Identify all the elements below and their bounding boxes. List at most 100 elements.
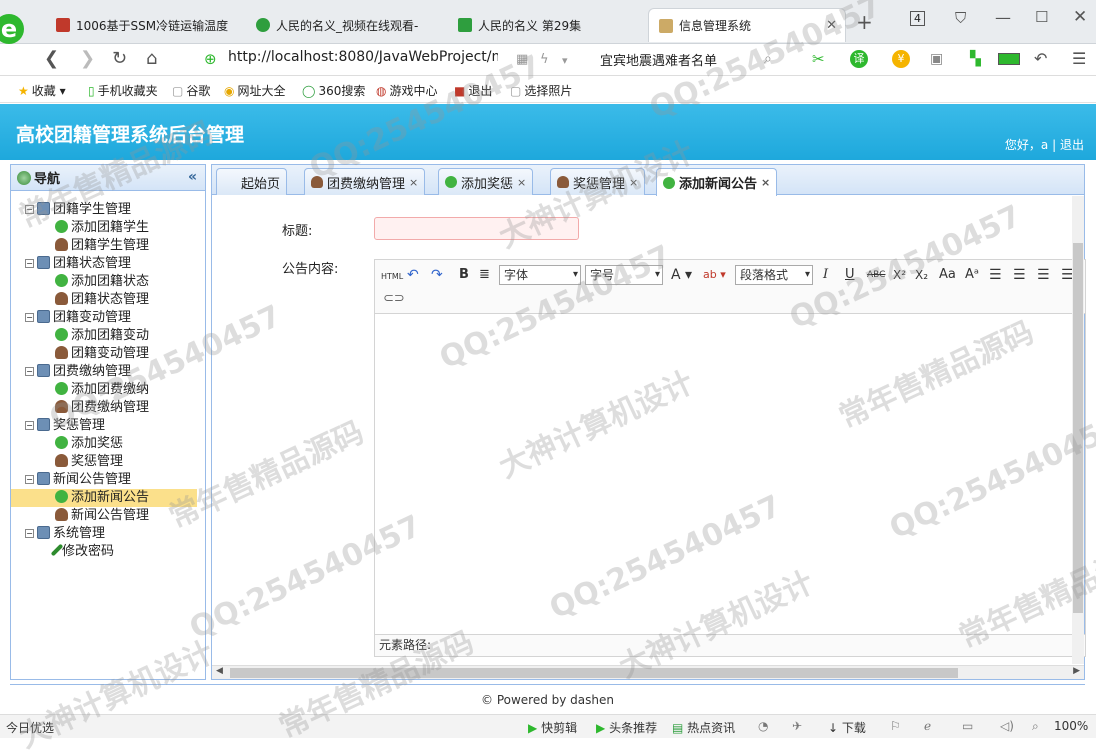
window-icon[interactable]: ▭	[962, 719, 973, 733]
tree-item[interactable]: 团籍学生管理	[11, 237, 205, 255]
close-tab-icon[interactable]: ×	[409, 176, 418, 189]
content-tab[interactable]: 起始页	[216, 168, 288, 195]
subscript-button[interactable]: X₂	[915, 266, 928, 284]
minus-toggle-icon[interactable]: −	[25, 205, 34, 214]
url-input[interactable]: http://localhost:8080/JavaWebProject/m	[228, 49, 498, 65]
shirt-icon[interactable]: ⛉	[955, 9, 966, 27]
minus-toggle-icon[interactable]: −	[25, 313, 34, 322]
content-tab[interactable]: 团费缴纳管理 ×	[304, 168, 426, 195]
tree-group[interactable]: − 新闻公告管理	[11, 471, 205, 489]
tree-group[interactable]: − 奖惩管理	[11, 417, 205, 435]
tree-item[interactable]: 添加团籍状态	[11, 273, 205, 291]
bookmark-item[interactable]: ★ 收藏 ▾	[18, 82, 66, 99]
ie-icon[interactable]: ℯ	[924, 719, 931, 733]
tree-item[interactable]: 添加团籍学生	[11, 219, 205, 237]
tree-group[interactable]: − 团费缴纳管理	[11, 363, 205, 381]
bolt-icon[interactable]: ϟ	[540, 52, 549, 67]
format-clear-icon[interactable]: ≣	[479, 266, 490, 284]
today-picks-link[interactable]: 今日优选	[6, 719, 54, 736]
tree-item[interactable]: 修改密码	[11, 543, 205, 561]
tree-group[interactable]: − 团籍变动管理	[11, 309, 205, 327]
scissors-icon[interactable]: ✂	[812, 50, 825, 68]
horizontal-scroll-thumb[interactable]	[230, 668, 958, 678]
align-left-icon[interactable]: ☰	[989, 266, 1002, 284]
close-tab-icon[interactable]: ×	[517, 176, 526, 189]
bookmark-item[interactable]: ◯ 360搜索	[302, 82, 365, 99]
search-icon[interactable]: ⌕	[764, 51, 772, 67]
align-right-icon[interactable]: ☰	[1013, 266, 1026, 284]
vertical-scrollbar[interactable]	[1072, 196, 1084, 664]
coin-icon[interactable]: ¥	[892, 50, 910, 68]
battery-icon[interactable]	[998, 53, 1020, 65]
minus-toggle-icon[interactable]: −	[25, 259, 34, 268]
status-item-headlines[interactable]: ▶ 头条推荐	[596, 719, 657, 736]
scroll-right-icon[interactable]: ▶	[1073, 666, 1080, 676]
vertical-scroll-thumb[interactable]	[1073, 243, 1083, 613]
qr-icon[interactable]: ▦	[516, 52, 528, 67]
forward-icon[interactable]: ❯	[80, 48, 95, 69]
close-tab-icon[interactable]: ×	[761, 176, 770, 189]
scroll-left-icon[interactable]: ◀	[216, 666, 223, 676]
browser-tab-1[interactable]: 1006基于SSM冷链运输温度	[46, 8, 244, 42]
browser-tab-active[interactable]: 信息管理系统 ✕	[648, 8, 846, 42]
logout-link[interactable]: 退出	[1060, 138, 1084, 152]
superscript-button[interactable]: X²	[893, 266, 906, 284]
undo-icon[interactable]: ↶	[1034, 49, 1047, 68]
bold-button[interactable]: B	[459, 266, 469, 284]
undo-icon[interactable]: ↶	[407, 266, 419, 284]
status-item-download[interactable]: ↓ 下载	[828, 719, 866, 736]
tree-item[interactable]: 奖惩管理	[11, 453, 205, 471]
bookmark-item[interactable]: ▢ 谷歌	[172, 82, 210, 99]
collapse-icon[interactable]: «	[188, 169, 197, 185]
image-icon[interactable]: ▣	[930, 51, 943, 67]
speed-icon[interactable]: ◔	[758, 719, 768, 733]
tree-item[interactable]: 添加团籍变动	[11, 327, 205, 345]
translate-icon[interactable]: 译	[850, 50, 868, 68]
tree-group[interactable]: − 团籍学生管理	[11, 201, 205, 219]
flag-icon[interactable]: ⚐	[890, 719, 901, 733]
minus-toggle-icon[interactable]: −	[25, 475, 34, 484]
html-source-button[interactable]: HTML	[381, 268, 403, 286]
apps-icon[interactable]: ▚	[970, 51, 981, 67]
tree-item[interactable]: 添加奖惩	[11, 435, 205, 453]
search-input[interactable]: 宜宾地震遇难者名单	[600, 50, 717, 69]
bookmark-item[interactable]: ◍ 游戏中心	[376, 82, 438, 99]
link-icon[interactable]: ⊂⊃	[383, 290, 405, 308]
tab-count-badge[interactable]: 4	[910, 11, 925, 26]
home-icon[interactable]: ⌂	[146, 48, 157, 69]
horizontal-scrollbar[interactable]: ◀ ▶	[212, 665, 1084, 679]
status-item-clip[interactable]: ▶ 快剪辑	[528, 719, 577, 736]
tree-item[interactable]: 团籍变动管理	[11, 345, 205, 363]
back-icon[interactable]: ❮	[44, 48, 59, 69]
browser-tab-2[interactable]: 人民的名义_视频在线观看-	[246, 8, 444, 42]
content-tab[interactable]: 奖惩管理 ×	[550, 168, 646, 195]
tree-group[interactable]: − 团籍状态管理	[11, 255, 205, 273]
tree-item[interactable]: 添加团费缴纳	[11, 381, 205, 399]
bookmark-item[interactable]: ▯ 手机收藏夹	[88, 82, 158, 99]
redo-icon[interactable]: ↷	[431, 266, 443, 284]
minus-toggle-icon[interactable]: −	[25, 421, 34, 430]
strikethrough-button[interactable]: ABC	[867, 266, 885, 284]
font-style-icon[interactable]: Aᵃ	[965, 266, 979, 284]
editor-body[interactable]	[375, 314, 1085, 634]
reload-icon[interactable]: ↻	[112, 48, 127, 69]
font-case-icon[interactable]: Aa	[939, 266, 956, 284]
maximize-icon[interactable]: ☐	[1035, 8, 1048, 26]
bookmark-item[interactable]: ▢ 选择照片	[510, 82, 576, 99]
highlight-icon[interactable]: ab ▾	[703, 266, 726, 284]
paragraph-format-select[interactable]: 段落格式	[735, 265, 813, 285]
bookmark-item[interactable]: ◉ 网址大全	[224, 82, 286, 99]
status-item-news[interactable]: ▤ 热点资讯	[672, 719, 735, 736]
italic-button[interactable]: I	[823, 266, 828, 284]
title-input[interactable]	[374, 217, 579, 240]
bookmark-item[interactable]: ■ 退出	[454, 82, 492, 99]
close-tab-icon[interactable]: ×	[629, 176, 638, 189]
chevron-down-icon[interactable]: ▾	[562, 54, 568, 67]
close-tab-icon[interactable]: ✕	[826, 18, 837, 33]
minimize-icon[interactable]: —	[995, 8, 1011, 27]
tool-icon[interactable]: ✈	[792, 719, 802, 733]
close-window-icon[interactable]: ✕	[1073, 7, 1087, 27]
font-color-button[interactable]: A ▾	[671, 266, 692, 284]
volume-icon[interactable]: ◁)	[1000, 719, 1014, 733]
zoom-level[interactable]: 100%	[1054, 719, 1088, 733]
